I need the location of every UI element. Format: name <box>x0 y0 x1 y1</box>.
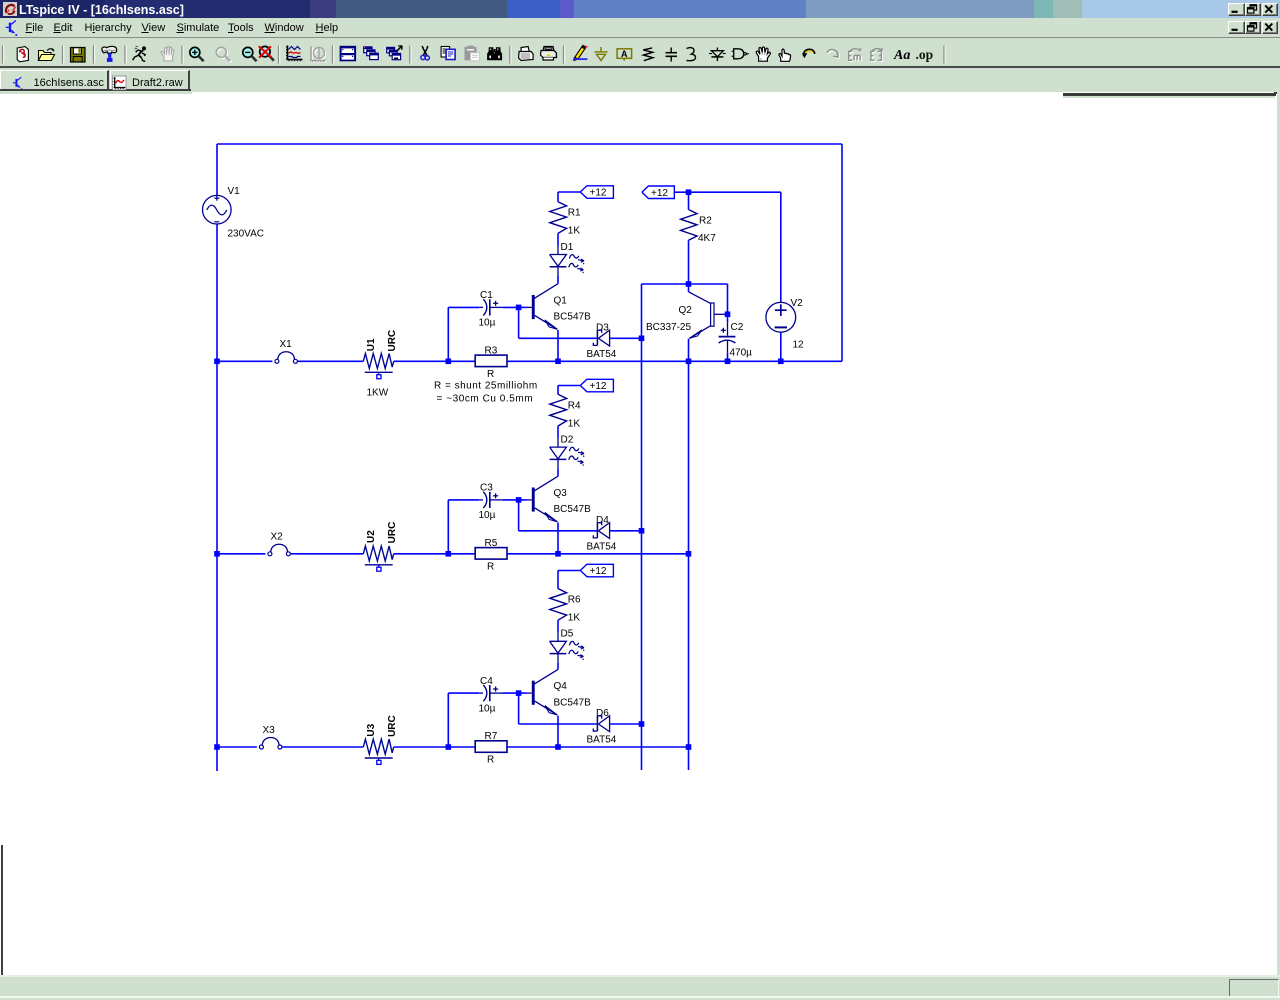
svg-text:BC547B: BC547B <box>554 312 592 323</box>
svg-text:BC547B: BC547B <box>554 504 592 515</box>
svg-text:+12: +12 <box>651 188 668 199</box>
svg-text:4K7: 4K7 <box>698 233 716 244</box>
svg-text:R4: R4 <box>568 400 581 411</box>
svg-text:URC: URC <box>387 715 398 737</box>
svg-text:C2: C2 <box>731 322 744 333</box>
svg-text:D1: D1 <box>561 242 574 253</box>
svg-text:BAT54: BAT54 <box>587 735 617 746</box>
svg-text:BC547B: BC547B <box>554 697 592 708</box>
svg-text:V2: V2 <box>791 298 804 309</box>
svg-text:+12: +12 <box>590 566 607 577</box>
svg-text:1K: 1K <box>568 418 581 429</box>
svg-text:= ~30cm Cu 0.5mm: = ~30cm Cu 0.5mm <box>437 394 534 405</box>
svg-text:U3: U3 <box>366 723 377 736</box>
svg-text:URC: URC <box>387 330 398 352</box>
svg-text:R5: R5 <box>485 538 498 549</box>
svg-text:BAT54: BAT54 <box>587 542 617 553</box>
svg-text:D2: D2 <box>561 435 574 446</box>
svg-text:R: R <box>487 755 494 766</box>
svg-text:.op: .op <box>916 47 934 62</box>
svg-text:1K: 1K <box>568 613 581 624</box>
svg-text:BAT54: BAT54 <box>587 349 617 360</box>
svg-text:X1: X1 <box>280 339 293 350</box>
svg-text:10µ: 10µ <box>479 510 496 521</box>
svg-text:12: 12 <box>793 340 805 351</box>
svg-text:Aa: Aa <box>893 48 910 63</box>
svg-text:U2: U2 <box>366 530 377 543</box>
svg-text:X3: X3 <box>263 725 276 736</box>
svg-text:R = shunt 25milliohm: R = shunt 25milliohm <box>434 380 538 391</box>
svg-text:1KW: 1KW <box>367 388 389 399</box>
svg-text:X2: X2 <box>271 532 284 543</box>
svg-text:R: R <box>487 369 494 380</box>
svg-text:R7: R7 <box>485 731 498 742</box>
svg-text:V1: V1 <box>228 186 241 197</box>
svg-text:Q2: Q2 <box>679 305 693 316</box>
svg-text:BC337-25: BC337-25 <box>646 322 691 333</box>
svg-text:+12: +12 <box>590 381 607 392</box>
svg-text:R6: R6 <box>568 595 581 606</box>
svg-text:470µ: 470µ <box>730 348 753 359</box>
svg-text:10µ: 10µ <box>479 703 496 714</box>
svg-text:URC: URC <box>387 522 398 544</box>
svg-text:D5: D5 <box>561 629 574 640</box>
svg-text:R2: R2 <box>699 216 712 227</box>
svg-text:Q1: Q1 <box>554 295 568 306</box>
svg-text:230VAC: 230VAC <box>228 229 265 240</box>
svg-text:C3: C3 <box>480 483 493 494</box>
svg-text:10µ: 10µ <box>479 318 496 329</box>
svg-text:C4: C4 <box>480 676 493 687</box>
svg-text:+12: +12 <box>590 188 607 199</box>
svg-text:R1: R1 <box>568 208 581 219</box>
svg-text:U1: U1 <box>366 338 377 351</box>
svg-text:A: A <box>621 49 628 59</box>
svg-text:R3: R3 <box>485 346 498 357</box>
svg-text:C1: C1 <box>480 290 493 301</box>
svg-text:1K: 1K <box>568 226 581 237</box>
svg-text:R: R <box>487 561 494 572</box>
svg-text:Q3: Q3 <box>554 488 568 499</box>
svg-text:Q4: Q4 <box>554 681 568 692</box>
